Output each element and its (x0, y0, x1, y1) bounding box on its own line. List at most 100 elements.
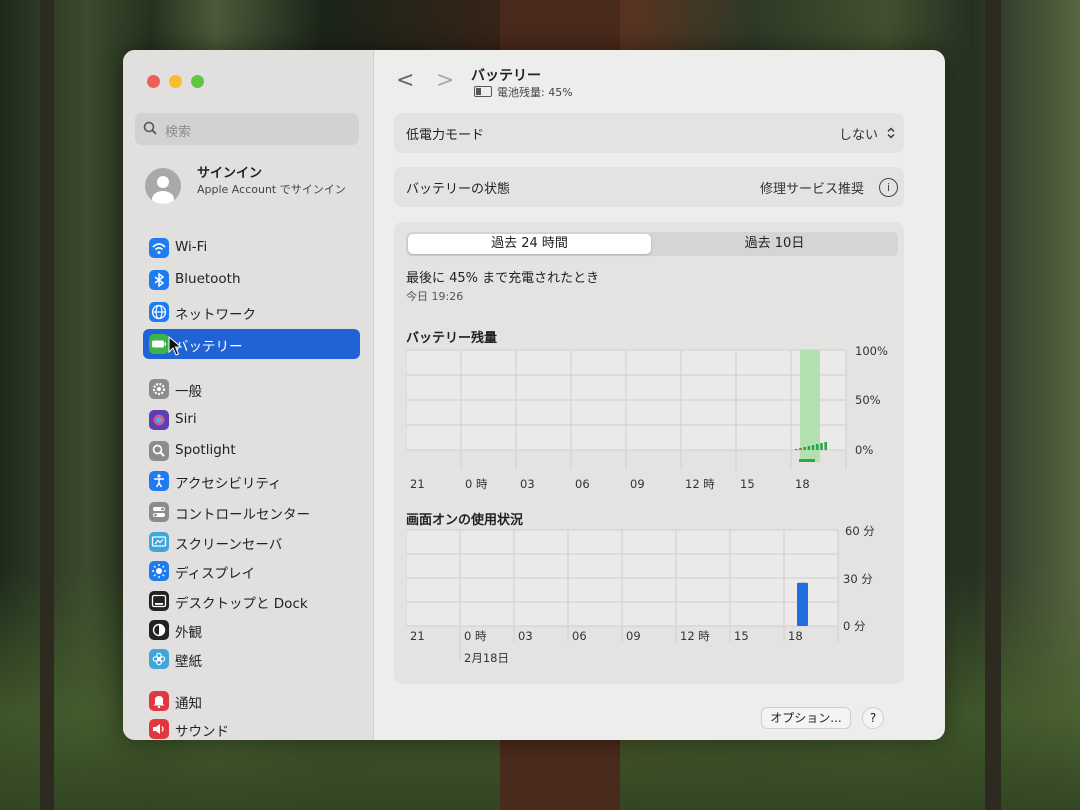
battery-bar (803, 447, 806, 450)
battery-bar (816, 444, 819, 450)
y-tick-label: 30 分 (843, 572, 873, 586)
sidebar-item-label: 一般 (175, 384, 202, 400)
wallpaper-trunk (40, 0, 54, 810)
battery-level-grid (406, 349, 847, 470)
account-signin[interactable]: サインイン Apple Account でサインイン (145, 160, 365, 220)
low-power-popup[interactable]: しない (839, 124, 878, 143)
sidebar-item-bluetooth[interactable]: Bluetooth (143, 265, 360, 295)
forward-button[interactable]: > (436, 68, 454, 93)
sidebar-item-label: スクリーンセーバ (175, 537, 283, 553)
y-tick-label: 60 分 (845, 524, 875, 538)
sidebar-item-general[interactable]: 一般 (143, 374, 360, 404)
sidebar-item-label: アクセシビリティ (175, 476, 282, 492)
sidebar-item-screensaver[interactable]: スクリーンセーバ (143, 527, 360, 557)
close-button[interactable] (147, 75, 160, 88)
tab-24-hours[interactable]: 過去 24 時間 (408, 234, 651, 254)
sidebar-item-label: デスクトップと Dock (175, 596, 308, 612)
x-tick-label: 06 (575, 477, 590, 491)
x-tick-label: 15 (740, 477, 755, 491)
x-tick-label: 18 (788, 629, 803, 643)
battery-bar (820, 443, 823, 450)
toggles-icon (149, 502, 169, 522)
x-tick-label: 18 (795, 477, 810, 491)
sidebar-item-wallpaper[interactable]: 壁紙 (143, 644, 360, 674)
y-tick-label: 0% (855, 443, 873, 457)
sidebar-item-displays[interactable]: ディスプレイ (143, 556, 360, 586)
x-tick-label: 21 (410, 477, 425, 491)
sidebar-item-label: サウンド (175, 724, 229, 740)
time-range-tabs: 過去 24 時間 過去 10日 (406, 232, 898, 256)
battery-bar (807, 446, 811, 450)
battery-health-status: 修理サービス推奨 (759, 182, 864, 197)
x-tick-label: 0 時 (465, 477, 488, 491)
y-tick-label: 100% (855, 344, 888, 358)
sidebar-item-label: Bluetooth (175, 271, 241, 287)
sidebar-item-notifications[interactable]: 通知 (143, 686, 360, 716)
tab-10-days[interactable]: 過去 10日 (653, 234, 896, 254)
magnifier-icon (149, 441, 169, 461)
sidebar-item-label: ディスプレイ (175, 566, 256, 582)
sidebar-item-desktop-dock[interactable]: デスクトップと Dock (143, 586, 360, 616)
search-placeholder: 検索 (165, 125, 192, 140)
bell-icon (149, 691, 169, 711)
sidebar-item-accessibility[interactable]: アクセシビリティ (143, 466, 360, 496)
mouse-cursor-icon (168, 336, 182, 356)
search-icon (143, 121, 157, 135)
x-tick-label: 09 (626, 629, 641, 643)
sidebar-item-network[interactable]: ネットワーク (143, 297, 360, 327)
sidebar-item-label: ネットワーク (175, 307, 256, 323)
wifi-icon (149, 238, 169, 258)
x-tick-label: 03 (520, 477, 535, 491)
bluetooth-icon (149, 270, 169, 290)
search-field[interactable]: 検索 (135, 113, 359, 145)
screensaver-icon (149, 532, 169, 552)
info-icon[interactable]: i (879, 178, 898, 197)
screen-usage-bar (797, 582, 808, 626)
sidebar-item-control-center[interactable]: コントロールセンター (143, 497, 360, 527)
sidebar-item-label: バッテリー (175, 339, 243, 355)
flower-icon (149, 649, 169, 669)
x-tick-label: 09 (630, 477, 645, 491)
person-icon (152, 176, 174, 204)
globe-icon (149, 302, 169, 322)
y-tick-label: 0 分 (843, 619, 866, 633)
dock-icon (149, 591, 169, 611)
low-power-row: 低電力モード しない (394, 113, 904, 153)
sidebar-item-wifi[interactable]: Wi-Fi (143, 233, 360, 263)
y-tick-label: 50% (855, 393, 881, 407)
sidebar-item-spotlight[interactable]: Spotlight (143, 436, 360, 466)
sidebar-item-label: Siri (175, 411, 197, 427)
speaker-icon (149, 719, 169, 739)
battery-bar (824, 442, 827, 450)
options-button[interactable]: オプション... (761, 707, 851, 729)
main-pane: < > バッテリー 電池残量: 45% 低電力モード しない バッテリーの状態 … (374, 50, 945, 740)
battery-level-chart: 100% 50% 0% 21 0 時 03 06 09 12 時 15 18 (406, 344, 888, 491)
battery-bar (799, 448, 802, 450)
sidebar-item-sound[interactable]: サウンド (143, 714, 360, 740)
minimize-button[interactable] (169, 75, 182, 88)
sidebar-item-label: 壁紙 (175, 654, 202, 670)
last-charged-time: 今日 19:26 (406, 290, 464, 303)
sidebar-item-siri[interactable]: Siri (143, 405, 360, 435)
battery-icon (149, 334, 169, 354)
help-button[interactable]: ? (862, 707, 884, 729)
charging-indicator (799, 459, 815, 462)
zoom-button[interactable] (191, 75, 204, 88)
accessibility-icon (149, 471, 169, 491)
chevron-updown-icon[interactable] (886, 126, 896, 140)
sun-icon (149, 561, 169, 581)
sidebar-item-label: Wi-Fi (175, 239, 208, 255)
x-tick-label: 0 時 (464, 629, 487, 643)
last-charged-text: 最後に 45% まで充電されたとき (406, 271, 600, 286)
back-button[interactable]: < (396, 68, 414, 93)
account-subtitle: Apple Account でサインイン (197, 183, 346, 196)
settings-window: 検索 サインイン Apple Account でサインイン Wi-Fi Blue… (123, 50, 945, 740)
battery-percentage: 電池残量: 45% (497, 86, 573, 99)
sidebar-item-appearance[interactable]: 外観 (143, 615, 360, 645)
sidebar-item-label: Spotlight (175, 442, 236, 458)
x-tick-label: 21 (410, 629, 425, 643)
battery-bar (811, 445, 815, 450)
sidebar-item-label: 外観 (175, 625, 202, 641)
wallpaper-trunk (985, 0, 1001, 810)
x-tick-label: 12 時 (680, 629, 710, 643)
